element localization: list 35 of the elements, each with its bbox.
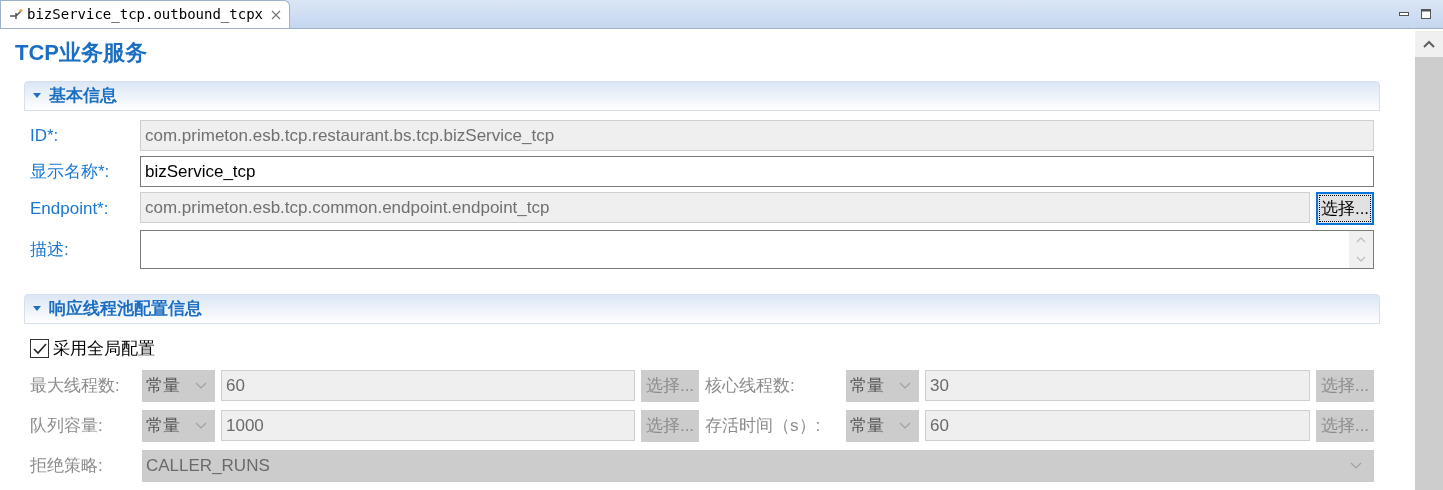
close-icon[interactable] [271, 9, 281, 20]
scroll-up-icon[interactable] [1423, 40, 1435, 48]
editor-tab[interactable]: bizService_tcp.outbound_tcpx [0, 0, 290, 28]
caret-icon [33, 306, 41, 312]
file-icon [9, 7, 23, 22]
input-field[interactable]: com.primeton.esb.tcp.common.endpoint.endpoint_tcp [140, 192, 1310, 223]
select-button[interactable]: 选择... [1316, 192, 1374, 225]
tab-label: bizService_tcp.outbound_tcpx [27, 5, 263, 25]
input-field[interactable]: bizService_tcp [140, 156, 1374, 187]
caret-icon [33, 93, 41, 99]
section-title: 响应线程池配置信息 [49, 298, 202, 321]
field-label: 队列容量: [30, 414, 104, 437]
field-label: ID*: [30, 124, 60, 147]
field-label: 描述: [30, 238, 70, 261]
chevron-down-icon [195, 381, 207, 390]
field-label: Endpoint*: [30, 197, 110, 220]
chevron-down-icon [899, 421, 911, 430]
field-label: 核心线程数: [705, 374, 796, 397]
section-header[interactable]: 基本信息 [24, 81, 1380, 111]
section-title: 基本信息 [49, 85, 117, 108]
chevron-down-icon [1350, 461, 1362, 470]
chevron-down-icon [899, 381, 911, 390]
check-icon [32, 342, 47, 355]
page-title: TCP业务服务 [15, 39, 148, 67]
description-field[interactable] [140, 230, 1374, 269]
field-label: 拒绝策略: [30, 454, 104, 477]
input-field[interactable]: com.primeton.esb.tcp.restaurant.bs.tcp.bizService_tcp [140, 120, 1374, 151]
field-label: 存活时间（s）: [705, 414, 822, 437]
maximize-icon[interactable] [1421, 9, 1431, 19]
field-label: 最大线程数: [30, 374, 121, 397]
minimize-icon[interactable] [1399, 11, 1409, 17]
field-label: 显示名称*: [30, 160, 111, 183]
chevron-down-icon [195, 421, 207, 430]
checkbox-label: 采用全局配置 [53, 338, 155, 360]
scrollbar[interactable] [1415, 31, 1443, 490]
